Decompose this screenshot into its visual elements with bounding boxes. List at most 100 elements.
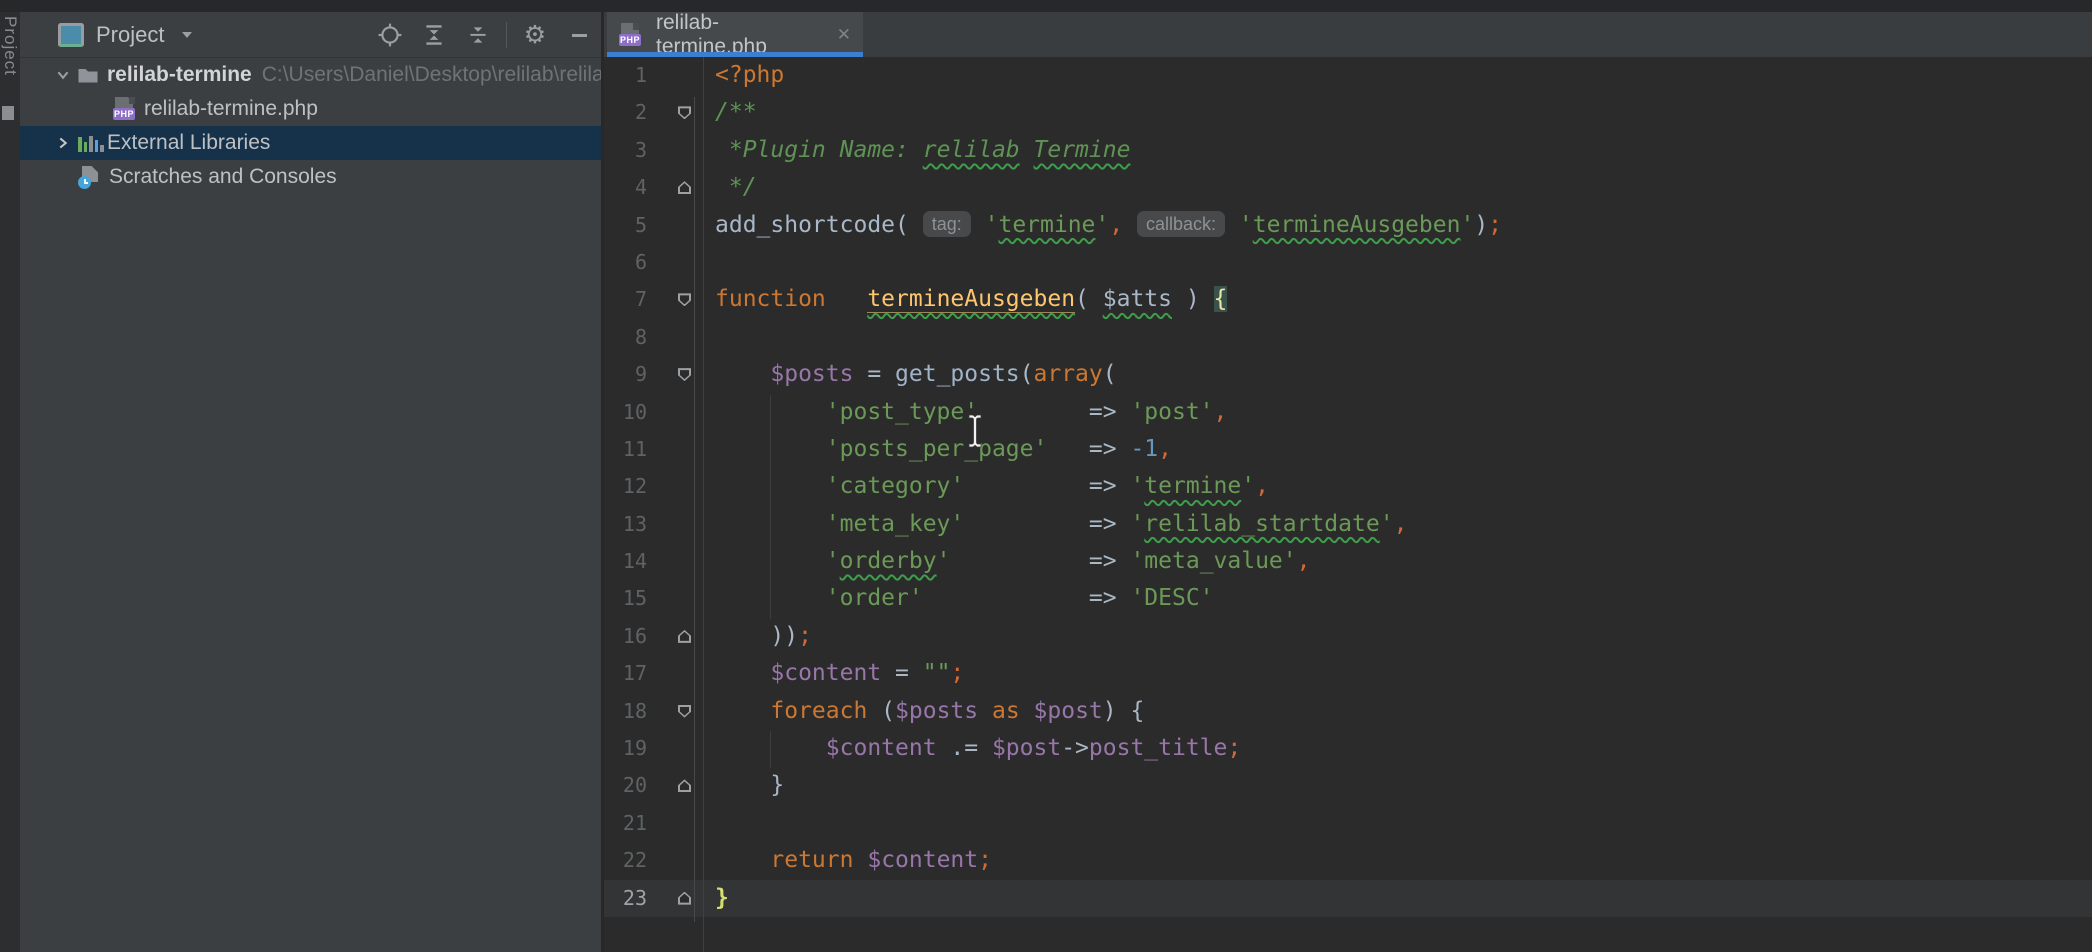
line-number[interactable]: 10 (604, 394, 647, 431)
fold-gutter (647, 356, 715, 393)
fold-gutter (647, 281, 715, 318)
code-line[interactable]: 11 'posts_per_page' => -1, (604, 431, 2092, 468)
code-text: 'category' => 'termine', (715, 468, 1269, 505)
line-number[interactable]: 7 (604, 281, 647, 318)
code-line[interactable]: 10 'post_type' => 'post', (604, 394, 2092, 431)
tree-item-external-libraries[interactable]: External Libraries (20, 126, 601, 160)
project-pane-icon (58, 23, 84, 47)
line-number[interactable]: 5 (604, 207, 647, 244)
fold-gutter (647, 468, 715, 505)
project-panel-title[interactable]: Project (96, 22, 164, 48)
code-text: function termineAusgeben( $atts ) { (715, 281, 1227, 318)
fold-gutter (647, 169, 715, 206)
fold-collapse-icon[interactable] (678, 705, 691, 718)
code-text: } (715, 880, 729, 917)
code-line[interactable]: 18 foreach ($posts as $post) { (604, 693, 2092, 730)
fold-gutter (647, 94, 715, 131)
code-line[interactable]: 21 (604, 805, 2092, 842)
code-line[interactable]: 15 'order' => 'DESC' (604, 580, 2092, 617)
code-line[interactable]: 5add_shortcode( tag: 'termine', callback… (604, 207, 2092, 244)
line-number[interactable]: 12 (604, 468, 647, 505)
code-line[interactable]: 1 <?php (604, 57, 2092, 94)
code-line[interactable]: 9 $posts = get_posts(array( (604, 356, 2092, 393)
line-number[interactable]: 8 (604, 319, 647, 356)
code-text: 'order' => 'DESC' (715, 580, 1214, 617)
fold-end-icon[interactable] (678, 779, 691, 792)
fold-gutter (647, 394, 715, 431)
project-panel: Project (20, 12, 601, 952)
line-number[interactable]: 19 (604, 730, 647, 767)
line-number[interactable]: 21 (604, 805, 647, 842)
code-text: 'orderby' => 'meta_value', (715, 543, 1310, 580)
line-number[interactable]: 20 (604, 767, 647, 804)
fold-gutter (647, 319, 715, 356)
chevron-down-icon[interactable] (52, 64, 74, 86)
line-number[interactable]: 22 (604, 842, 647, 879)
locate-icon[interactable] (377, 22, 403, 48)
code-line[interactable]: 22 return $content; (604, 842, 2092, 879)
expand-all-icon[interactable] (421, 22, 447, 48)
line-number[interactable]: 14 (604, 543, 647, 580)
tool-window-stripe-icon[interactable] (2, 106, 14, 120)
code-text: } (715, 767, 784, 804)
line-number[interactable]: 13 (604, 506, 647, 543)
fold-gutter (647, 57, 715, 94)
close-icon[interactable]: ✕ (837, 25, 851, 45)
fold-collapse-icon[interactable] (678, 293, 691, 306)
tool-window-stripe (0, 12, 20, 952)
code-text: <?php (715, 57, 784, 94)
tree-item-php-file[interactable]: PHP relilab-termine.php (20, 92, 601, 126)
tree-item-label: Scratches and Consoles (109, 165, 337, 189)
tab-relilab-termine-php[interactable]: PHP relilab-termine.php ✕ (607, 12, 863, 57)
fold-end-icon[interactable] (678, 630, 691, 643)
code-text: $content = ""; (715, 655, 964, 692)
fold-gutter (647, 543, 715, 580)
stripe-project-label[interactable]: Project (0, 16, 20, 76)
line-number[interactable]: 6 (604, 244, 647, 281)
code-text: $posts = get_posts(array( (715, 356, 1117, 393)
chevron-right-icon[interactable] (52, 132, 74, 154)
code-line[interactable]: 6 (604, 244, 2092, 281)
line-number[interactable]: 3 (604, 132, 647, 169)
settings-gear-icon[interactable]: ⚙ (522, 22, 548, 48)
code-line[interactable]: 3 *Plugin Name: relilab Termine (604, 132, 2092, 169)
line-number[interactable]: 16 (604, 618, 647, 655)
line-number[interactable]: 17 (604, 655, 647, 692)
tree-item-project-root[interactable]: relilab-termine C:\Users\Daniel\Desktop\… (20, 58, 601, 92)
code-line[interactable]: 12 'category' => 'termine', (604, 468, 2092, 505)
code-line[interactable]: 14 'orderby' => 'meta_value', (604, 543, 2092, 580)
fold-gutter (647, 207, 715, 244)
line-number[interactable]: 9 (604, 356, 647, 393)
code-line[interactable]: 8 (604, 319, 2092, 356)
hide-panel-icon[interactable] (566, 22, 592, 48)
code-line[interactable]: 7 function termineAusgeben( $atts ) { (604, 281, 2092, 318)
code-line[interactable]: 16 )); (604, 618, 2092, 655)
fold-gutter (647, 805, 715, 842)
code-line[interactable]: 17 $content = ""; (604, 655, 2092, 692)
fold-gutter (647, 693, 715, 730)
fold-collapse-icon[interactable] (678, 368, 691, 381)
fold-end-icon[interactable] (678, 892, 691, 905)
code-line[interactable]: 23} (604, 880, 2092, 917)
code-line[interactable]: 2 /** (604, 94, 2092, 131)
line-number[interactable]: 23 (604, 880, 647, 917)
line-number[interactable]: 2 (604, 94, 647, 131)
fold-end-icon[interactable] (678, 181, 691, 194)
code-editor[interactable]: 1<?php2/**3 *Plugin Name: relilab Termin… (604, 57, 2092, 952)
collapse-all-icon[interactable] (465, 22, 491, 48)
line-number[interactable]: 18 (604, 693, 647, 730)
line-number[interactable]: 15 (604, 580, 647, 617)
tree-item-scratches[interactable]: Scratches and Consoles (20, 160, 601, 194)
fold-collapse-icon[interactable] (678, 106, 691, 119)
code-line[interactable]: 20 } (604, 767, 2092, 804)
code-line[interactable]: 19 $content .= $post->post_title; (604, 730, 2092, 767)
code-text: *Plugin Name: relilab Termine (715, 132, 1130, 169)
code-line[interactable]: 4 */ (604, 169, 2092, 206)
line-number[interactable]: 4 (604, 169, 647, 206)
code-line[interactable]: 13 'meta_key' => 'relilab_startdate', (604, 506, 2092, 543)
code-text: /** (715, 94, 757, 131)
line-number[interactable]: 1 (604, 57, 647, 94)
folder-icon (76, 63, 100, 87)
line-number[interactable]: 11 (604, 431, 647, 468)
chevron-down-icon[interactable] (178, 26, 196, 44)
